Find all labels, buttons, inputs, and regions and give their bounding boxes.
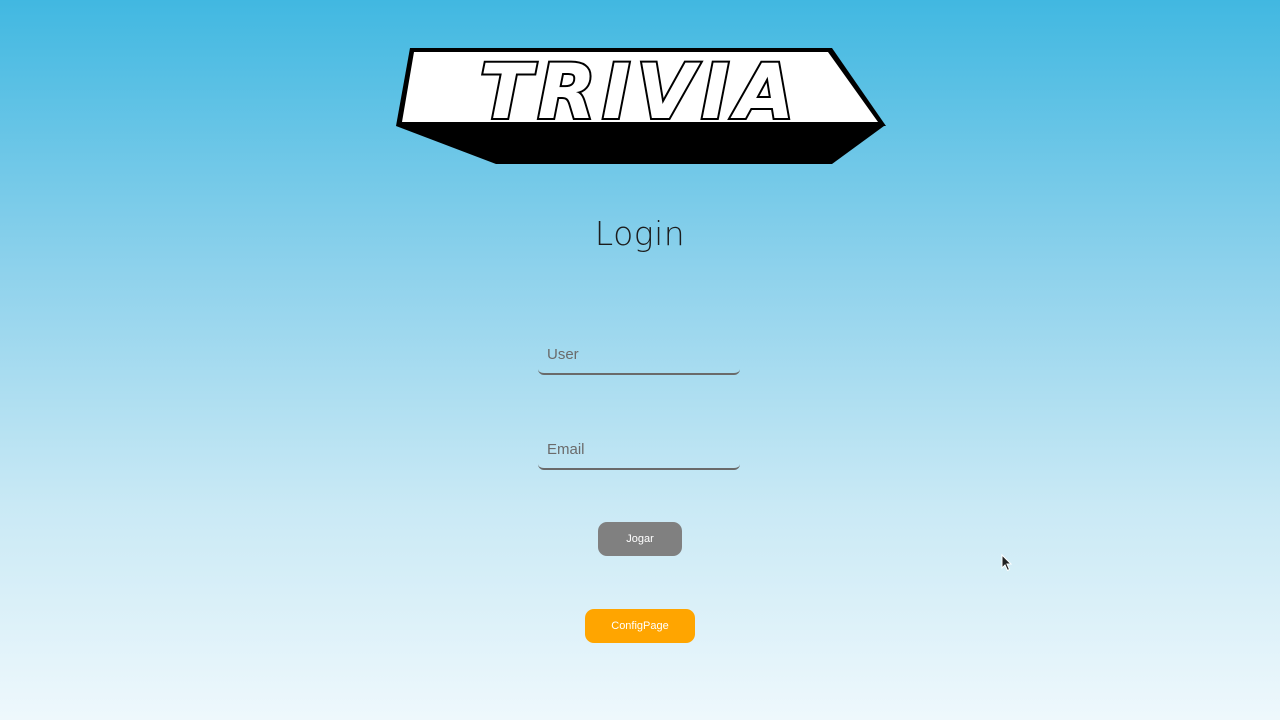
config-page-button[interactable]: ConfigPage <box>585 609 695 643</box>
svg-text:TRIVIA: TRIVIA <box>480 47 801 136</box>
login-title: Login <box>594 214 686 253</box>
trivia-logo: TRIVIA <box>392 44 888 168</box>
user-input[interactable] <box>538 335 740 375</box>
mouse-pointer-icon <box>1001 553 1013 577</box>
play-button[interactable]: Jogar <box>598 522 682 556</box>
email-input[interactable] <box>538 430 740 470</box>
